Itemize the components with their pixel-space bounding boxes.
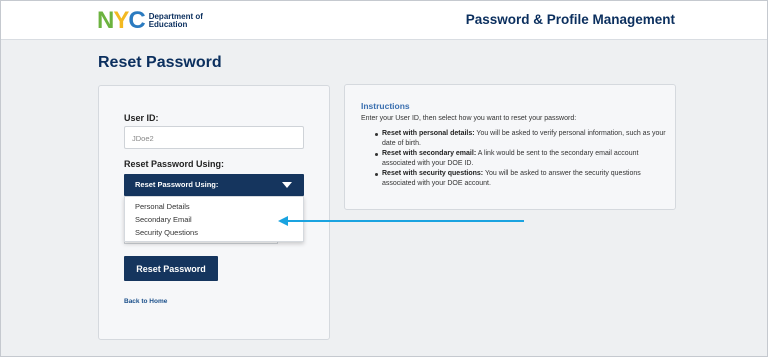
instruction-item-heading: Reset with security questions: bbox=[382, 170, 484, 177]
logo-letter-c: C bbox=[128, 7, 145, 34]
instruction-item: Reset with security questions: You will … bbox=[375, 169, 667, 189]
option-secondary-email[interactable]: Secondary Email bbox=[135, 215, 192, 224]
option-security-questions[interactable]: Security Questions bbox=[135, 228, 198, 237]
logo-text-line2: Education bbox=[148, 20, 188, 29]
instruction-item: Reset with secondary email: A link would… bbox=[375, 149, 667, 169]
userid-input[interactable]: JDoe2 bbox=[124, 126, 304, 149]
userid-value: JDoe2 bbox=[132, 134, 154, 143]
app-title: Password & Profile Management bbox=[465, 12, 675, 27]
instruction-item-heading: Reset with secondary email: bbox=[382, 150, 477, 157]
userid-label: User ID: bbox=[124, 113, 159, 123]
chevron-down-icon bbox=[282, 182, 292, 188]
logo-department-text: Department of Education bbox=[148, 12, 203, 30]
option-personal-details[interactable]: Personal Details bbox=[135, 202, 190, 211]
instructions-panel: Instructions Enter your User ID, then se… bbox=[344, 84, 676, 210]
back-to-home-link[interactable]: Back to Home bbox=[124, 298, 167, 305]
instructions-list: Reset with personal details: You will be… bbox=[375, 129, 667, 189]
reset-password-button[interactable]: Reset Password bbox=[124, 256, 218, 281]
select-value: Reset Password Using: bbox=[135, 180, 219, 189]
reset-method-label: Reset Password Using: bbox=[124, 159, 225, 169]
page-title: Reset Password bbox=[98, 54, 222, 71]
instructions-intro: Enter your User ID, then select how you … bbox=[361, 115, 577, 122]
instruction-item: Reset with personal details: You will be… bbox=[375, 129, 667, 149]
nyc-doe-logo[interactable]: N Y C Department of Education bbox=[97, 7, 203, 34]
reset-method-select[interactable]: Reset Password Using: bbox=[124, 174, 304, 196]
logo-letter-y: Y bbox=[113, 7, 129, 34]
instruction-item-heading: Reset with personal details: bbox=[382, 130, 475, 137]
logo-letter-n: N bbox=[97, 7, 114, 34]
top-header: N Y C Department of Education Password &… bbox=[1, 1, 767, 40]
instructions-title: Instructions bbox=[361, 101, 410, 111]
annotation-arrow-icon bbox=[278, 216, 524, 226]
